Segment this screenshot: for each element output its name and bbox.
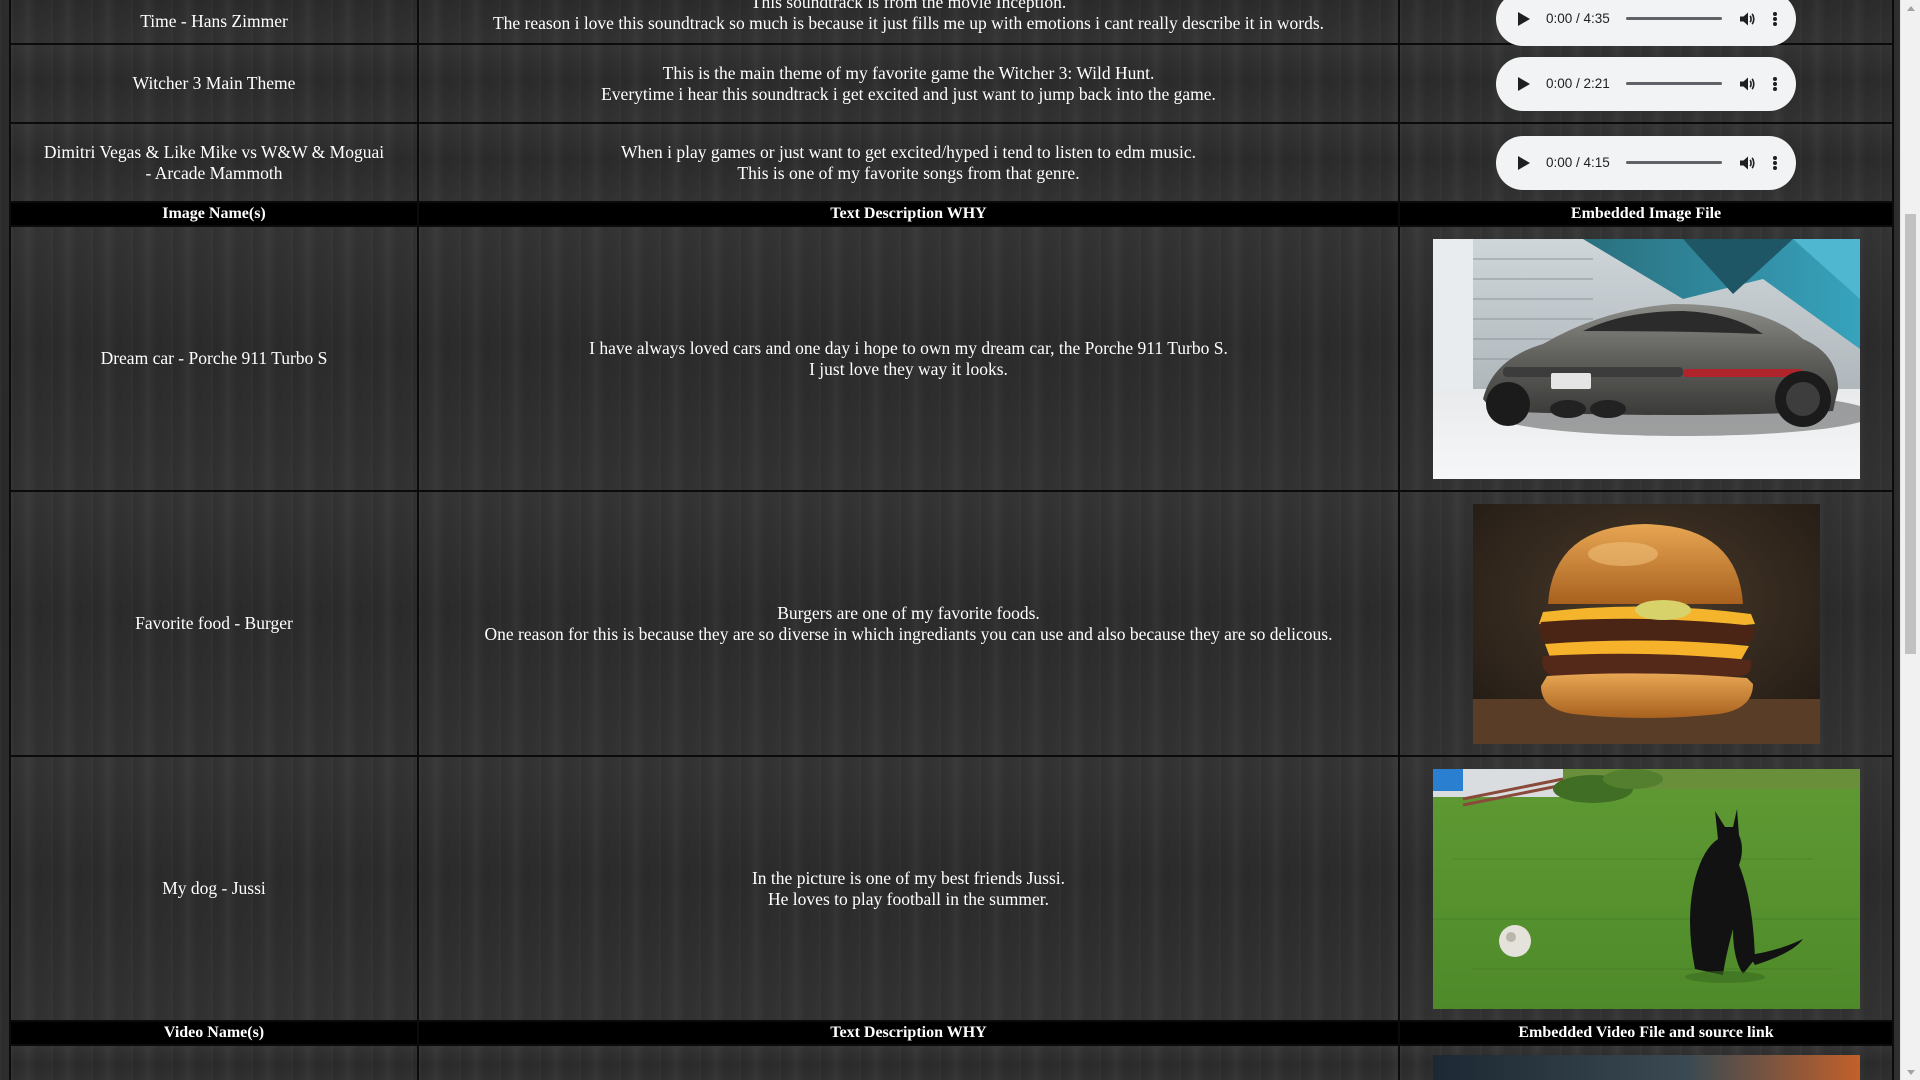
audio-progress-slider[interactable] <box>1625 82 1722 85</box>
audio-player[interactable]: 0:00 / 2:21 <box>1496 56 1796 111</box>
volume-icon[interactable] <box>1738 75 1756 93</box>
page: Time - Hans Zimmer This soundtrack is fr… <box>0 0 1920 1080</box>
image-desc-line: I just love they way it looks. <box>809 358 1008 379</box>
image-desc-line: I have always loved cars and one day i h… <box>589 337 1228 358</box>
video-name-cell <box>9 1044 419 1080</box>
audio-desc-cell: When i play games or just want to get ex… <box>417 122 1400 203</box>
audio-player[interactable]: 0:00 / 4:15 <box>1496 135 1796 190</box>
audio-name-cell: Witcher 3 Main Theme <box>9 43 419 124</box>
audio-player-cell: 0:00 / 4:15 <box>1398 122 1894 203</box>
video-desc-header: Text Description WHY <box>417 1020 1400 1046</box>
video-row <box>9 1044 1894 1080</box>
play-icon[interactable] <box>1516 11 1532 27</box>
scrollbar-thumb[interactable] <box>1905 214 1916 654</box>
image-desc-line: One reason for this is because they are … <box>484 623 1333 644</box>
audio-name: Time - Hans Zimmer <box>140 11 288 31</box>
video-media-cell <box>1398 1044 1894 1080</box>
audio-name: Witcher 3 Main Theme <box>132 73 296 93</box>
more-options-icon[interactable] <box>1772 75 1778 93</box>
audio-desc-line: Everytime i hear this soundtrack i get e… <box>601 83 1216 104</box>
burger-photo <box>1472 503 1820 744</box>
audio-desc-line: The reason i love this soundtrack so muc… <box>492 12 1325 33</box>
video-header-row: Video Name(s) Text Description WHY Embed… <box>9 1020 1894 1046</box>
image-name: My dog - Jussi <box>162 878 266 898</box>
scroll-up-arrow-icon[interactable] <box>1901 0 1920 16</box>
more-options-icon[interactable] <box>1772 154 1778 172</box>
audio-row: Time - Hans Zimmer This soundtrack is fr… <box>9 0 1894 46</box>
audio-progress-slider[interactable] <box>1625 161 1722 164</box>
image-name: Dream car - Porche 911 Turbo S <box>100 348 328 368</box>
audio-name-line: Dimitri Vegas & Like Mike vs W&W & Mogua… <box>43 141 385 162</box>
image-row: Dream car - Porche 911 Turbo S I have al… <box>9 225 1894 492</box>
image-desc-cell: In the picture is one of my best friends… <box>417 755 1400 1022</box>
vertical-scrollbar[interactable] <box>1900 0 1920 1080</box>
audio-name-line: - Arcade Mammoth <box>145 162 283 183</box>
image-desc-header: Text Description WHY <box>417 201 1400 227</box>
play-icon[interactable] <box>1516 76 1532 92</box>
image-name-cell: My dog - Jussi <box>9 755 419 1022</box>
audio-row: Dimitri Vegas & Like Mike vs W&W & Mogua… <box>9 122 1894 203</box>
video-desc-cell <box>417 1044 1400 1080</box>
more-options-icon[interactable] <box>1772 10 1778 28</box>
video-name-header: Video Name(s) <box>9 1020 419 1046</box>
audio-row: Witcher 3 Main Theme This is the main th… <box>9 43 1894 124</box>
image-media-header: Embedded Image File <box>1398 201 1894 227</box>
audio-time: 0:00 / 4:15 <box>1546 155 1610 170</box>
audio-progress-slider[interactable] <box>1625 17 1722 20</box>
audio-desc-line: When i play games or just want to get ex… <box>621 141 1196 162</box>
video-thumbnail[interactable] <box>1432 1055 1860 1080</box>
dog-photo <box>1432 768 1860 1009</box>
porsche-photo <box>1432 238 1860 479</box>
image-name: Favorite food - Burger <box>135 613 293 633</box>
image-media-cell <box>1398 490 1894 757</box>
image-name-cell: Dream car - Porche 911 Turbo S <box>9 225 419 492</box>
image-desc-cell: Burgers are one of my favorite foods. On… <box>417 490 1400 757</box>
image-desc-line: In the picture is one of my best friends… <box>751 867 1065 888</box>
image-row: My dog - Jussi In the picture is one of … <box>9 755 1894 1022</box>
audio-desc-cell: This soundtrack is from the movie Incept… <box>417 0 1400 45</box>
image-header-row: Image Name(s) Text Description WHY Embed… <box>9 201 1894 227</box>
image-media-cell <box>1398 225 1894 492</box>
audio-player-cell: 0:00 / 4:35 <box>1398 0 1894 46</box>
media-table: Time - Hans Zimmer This soundtrack is fr… <box>9 0 1894 1080</box>
image-desc-cell: I have always loved cars and one day i h… <box>417 225 1400 492</box>
audio-name-cell: Dimitri Vegas & Like Mike vs W&W & Mogua… <box>9 122 419 203</box>
volume-icon[interactable] <box>1738 10 1756 28</box>
audio-player-cell: 0:00 / 2:21 <box>1398 43 1894 124</box>
image-desc-line: He loves to play football in the summer. <box>768 888 1049 909</box>
audio-name-cell: Time - Hans Zimmer <box>9 0 419 45</box>
play-icon[interactable] <box>1516 155 1532 171</box>
audio-desc-line: This is one of my favorite songs from th… <box>737 162 1080 183</box>
scroll-down-arrow-icon[interactable] <box>1901 1064 1920 1080</box>
audio-desc-cell: This is the main theme of my favorite ga… <box>417 43 1400 124</box>
image-name-cell: Favorite food - Burger <box>9 490 419 757</box>
audio-player[interactable]: 0:00 / 4:35 <box>1496 0 1796 46</box>
video-media-header: Embedded Video File and source link <box>1398 1020 1894 1046</box>
audio-time: 0:00 / 2:21 <box>1546 76 1610 91</box>
audio-desc-line: This is the main theme of my favorite ga… <box>662 62 1155 83</box>
image-name-header: Image Name(s) <box>9 201 419 227</box>
audio-desc-line: This soundtrack is from the movie Incept… <box>750 0 1067 12</box>
image-desc-line: Burgers are one of my favorite foods. <box>777 602 1040 623</box>
image-row: Favorite food - Burger Burgers are one o… <box>9 490 1894 757</box>
volume-icon[interactable] <box>1738 154 1756 172</box>
audio-time: 0:00 / 4:35 <box>1546 11 1610 26</box>
image-media-cell <box>1398 755 1894 1022</box>
